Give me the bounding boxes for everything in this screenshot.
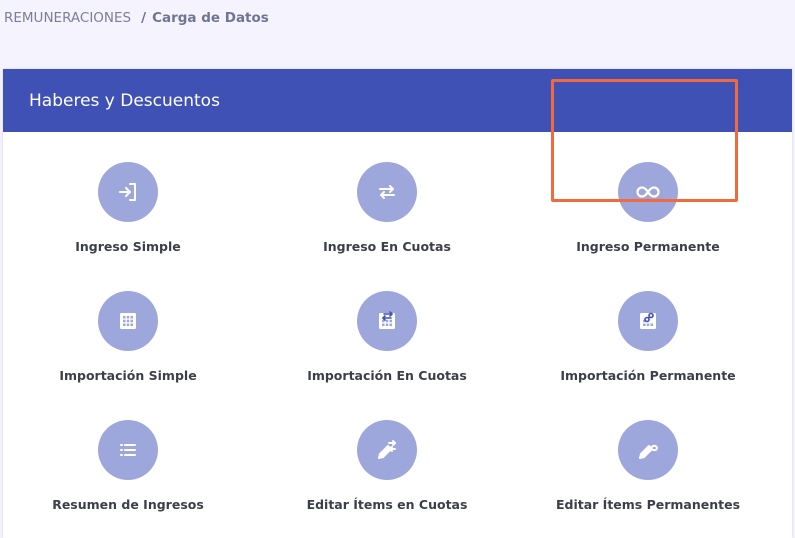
grid-link-icon <box>618 291 678 351</box>
haberes-descuentos-card: Haberes y Descuentos Ingreso Simple Ingr… <box>3 69 792 538</box>
grid-swap-icon <box>357 291 417 351</box>
tile-label: Ingreso Simple <box>75 239 181 254</box>
tile-label: Importación En Cuotas <box>307 368 467 383</box>
card-header: Haberes y Descuentos <box>3 69 792 132</box>
edit-swap-icon <box>357 420 417 480</box>
infinity-icon <box>618 162 678 222</box>
breadcrumb-section[interactable]: REMUNERACIONES <box>4 10 131 26</box>
breadcrumb-current: Carga de Datos <box>152 10 269 26</box>
tile-editar-items-permanentes[interactable]: Editar Ítems Permanentes <box>523 420 773 538</box>
tile-editar-items-en-cuotas[interactable]: Editar Ítems en Cuotas <box>262 420 512 538</box>
tile-label: Editar Ítems Permanentes <box>555 497 741 512</box>
tile-label: Ingreso Permanente <box>576 239 720 254</box>
tile-label: Importación Simple <box>59 368 197 383</box>
tile-importacion-simple[interactable]: Importación Simple <box>3 291 253 411</box>
tile-importacion-permanente[interactable]: Importación Permanente <box>523 291 773 411</box>
tile-label: Importación Permanente <box>560 368 736 383</box>
breadcrumb: REMUNERACIONES / Carga de Datos <box>4 10 269 26</box>
tile-ingreso-permanente[interactable]: Ingreso Permanente <box>523 162 773 282</box>
tile-label: Editar Ítems en Cuotas <box>306 497 468 512</box>
grid-icon <box>98 291 158 351</box>
tile-label: Ingreso En Cuotas <box>323 239 451 254</box>
swap-arrows-icon <box>357 162 417 222</box>
list-icon <box>98 420 158 480</box>
login-icon <box>98 162 158 222</box>
card-title: Haberes y Descuentos <box>29 90 220 111</box>
breadcrumb-separator: / <box>141 10 147 26</box>
tile-resumen-de-ingresos[interactable]: Resumen de Ingresos <box>3 420 253 538</box>
edit-link-icon <box>618 420 678 480</box>
tile-label: Resumen de Ingresos <box>52 497 204 512</box>
tile-ingreso-simple[interactable]: Ingreso Simple <box>3 162 253 282</box>
tile-importacion-en-cuotas[interactable]: Importación En Cuotas <box>262 291 512 411</box>
tile-ingreso-en-cuotas[interactable]: Ingreso En Cuotas <box>262 162 512 282</box>
